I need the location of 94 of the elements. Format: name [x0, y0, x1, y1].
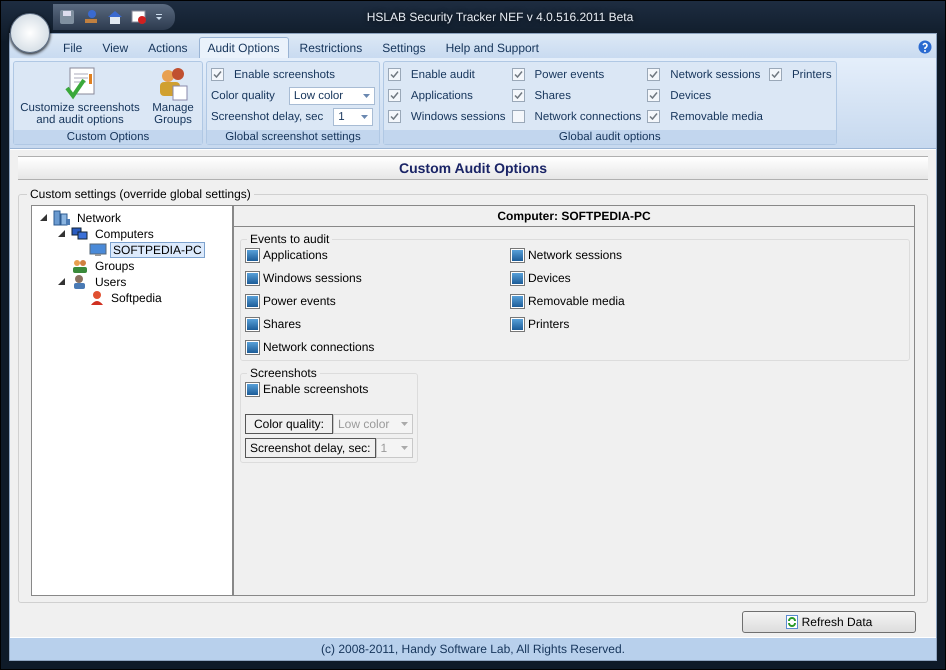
- app-menu-orb[interactable]: [10, 13, 50, 53]
- checkbox-label: Devices: [670, 90, 712, 102]
- people-icon: [71, 258, 89, 274]
- checkbox-label: Printers: [792, 68, 832, 80]
- expand-arrow-icon[interactable]: [58, 230, 65, 236]
- checkbox-label: Applications: [263, 248, 328, 262]
- field-label: Screenshot delay, sec:: [245, 438, 376, 458]
- tree-item[interactable]: SOFTPEDIA-PC: [110, 242, 205, 258]
- checkbox[interactable]: [510, 270, 525, 286]
- checkbox[interactable]: [647, 110, 660, 123]
- checkbox-label: Removable media: [528, 294, 625, 308]
- person-icon: [89, 290, 105, 306]
- window-title: HSLAB Security Tracker NEF v 4.0.516.2011 Beta: [366, 10, 634, 24]
- ribbon-tab[interactable]: Actions: [139, 37, 196, 58]
- checkbox[interactable]: [245, 248, 260, 262]
- checkbox[interactable]: [245, 340, 260, 354]
- checkbox[interactable]: [245, 270, 260, 286]
- dropdown-arrow-icon: [401, 422, 408, 426]
- checkbox-label: Network connections: [263, 340, 374, 354]
- checkbox-label: Windows sessions: [263, 271, 362, 285]
- checkbox[interactable]: [245, 294, 260, 308]
- checkbox-label: Shares: [263, 317, 302, 331]
- tree-item[interactable]: Computers: [92, 226, 157, 242]
- checkbox-label: Shares: [534, 90, 571, 102]
- dropdown[interactable]: Low color: [288, 86, 375, 104]
- status-bar: (c) 2008-2011, Handy Software Lab, All Rights Reserved.: [10, 637, 936, 660]
- checkbox-label: Network sessions: [528, 248, 622, 262]
- dropdown-arrow-icon: [362, 94, 370, 98]
- tree-item[interactable]: Users: [92, 274, 130, 290]
- checkbox[interactable]: [510, 316, 525, 332]
- checkbox[interactable]: [388, 110, 401, 123]
- checkbox[interactable]: [510, 248, 525, 262]
- ribbon-button[interactable]: Manage Groups: [148, 64, 198, 128]
- checkbox-label: Network connections: [534, 110, 642, 122]
- checkbox-label: Enable screenshots: [263, 382, 368, 396]
- tree-item[interactable]: Softpedia: [108, 290, 165, 306]
- checkbox[interactable]: [768, 68, 782, 81]
- window-close-icon: [131, 9, 147, 25]
- computers-icon: [71, 227, 89, 241]
- save-icon: [59, 9, 75, 25]
- group-caption: Global audit options: [384, 130, 836, 144]
- monitor-icon: [89, 243, 107, 257]
- group-caption: Global screenshot settings: [207, 130, 379, 144]
- dropdown-arrow-icon: [155, 13, 163, 21]
- ribbon-tab[interactable]: File: [54, 37, 92, 58]
- dropdown-arrow-icon: [401, 446, 408, 450]
- checkbox-label: Printers: [528, 317, 570, 331]
- checkbox[interactable]: [510, 294, 525, 308]
- ribbon-button[interactable]: Customize screenshots and audit options: [18, 64, 142, 128]
- checkbox[interactable]: [211, 68, 224, 81]
- checkbox[interactable]: [512, 68, 525, 81]
- checklist-icon: [64, 66, 96, 102]
- checkbox[interactable]: [388, 68, 401, 81]
- panel-title: Computer: SOFTPEDIA-PC: [234, 206, 914, 227]
- checkbox[interactable]: [245, 316, 260, 332]
- ribbon-tab[interactable]: View: [93, 37, 138, 58]
- checkbox-label: Applications: [410, 90, 473, 102]
- refresh-icon: [786, 615, 798, 629]
- dropdown[interactable]: 1: [333, 108, 374, 126]
- tree-item[interactable]: Network: [74, 210, 124, 226]
- ribbon-tab[interactable]: Help and Support: [436, 37, 548, 58]
- page-title: Custom Audit Options: [18, 156, 928, 180]
- group-caption: Custom Options: [14, 130, 202, 144]
- checkbox[interactable]: [647, 89, 660, 102]
- house-icon: [107, 9, 123, 25]
- expand-arrow-icon[interactable]: [40, 214, 47, 220]
- checkbox-label: Power events: [534, 68, 604, 80]
- checkbox-label: Network sessions: [670, 68, 760, 80]
- tree-item[interactable]: Groups: [92, 258, 138, 274]
- refresh-button[interactable]: Refresh Data: [742, 611, 916, 633]
- checkbox-label: Enable screenshots: [234, 68, 336, 80]
- checkbox[interactable]: [512, 110, 525, 123]
- group-title: Events to audit: [247, 232, 332, 246]
- checkbox[interactable]: [647, 68, 660, 81]
- field-label: Color quality: [211, 90, 275, 102]
- network-icon: [53, 210, 71, 226]
- expand-arrow-icon[interactable]: [58, 278, 65, 284]
- field-label: Color quality:: [245, 414, 333, 434]
- ribbon-tab[interactable]: Restrictions: [290, 37, 372, 58]
- group-title: Screenshots: [247, 366, 320, 380]
- ribbon-tab[interactable]: Audit Options: [198, 37, 289, 58]
- checkbox-label: Removable media: [670, 110, 763, 122]
- ribbon-tab[interactable]: Settings: [373, 37, 435, 58]
- checkbox-label: Windows sessions: [410, 110, 506, 122]
- checkbox[interactable]: [512, 89, 525, 102]
- checkbox[interactable]: [388, 89, 401, 102]
- checkbox-label: Power events: [263, 294, 336, 308]
- checkbox-label: Devices: [528, 271, 571, 285]
- dropdown-arrow-icon: [361, 114, 368, 118]
- help-icon: [918, 40, 932, 54]
- checkbox[interactable]: [245, 382, 260, 396]
- group-title: Custom settings (override global settings): [27, 187, 254, 201]
- checkbox-label: Enable audit: [410, 68, 475, 80]
- field-label: Screenshot delay, sec: [211, 110, 324, 122]
